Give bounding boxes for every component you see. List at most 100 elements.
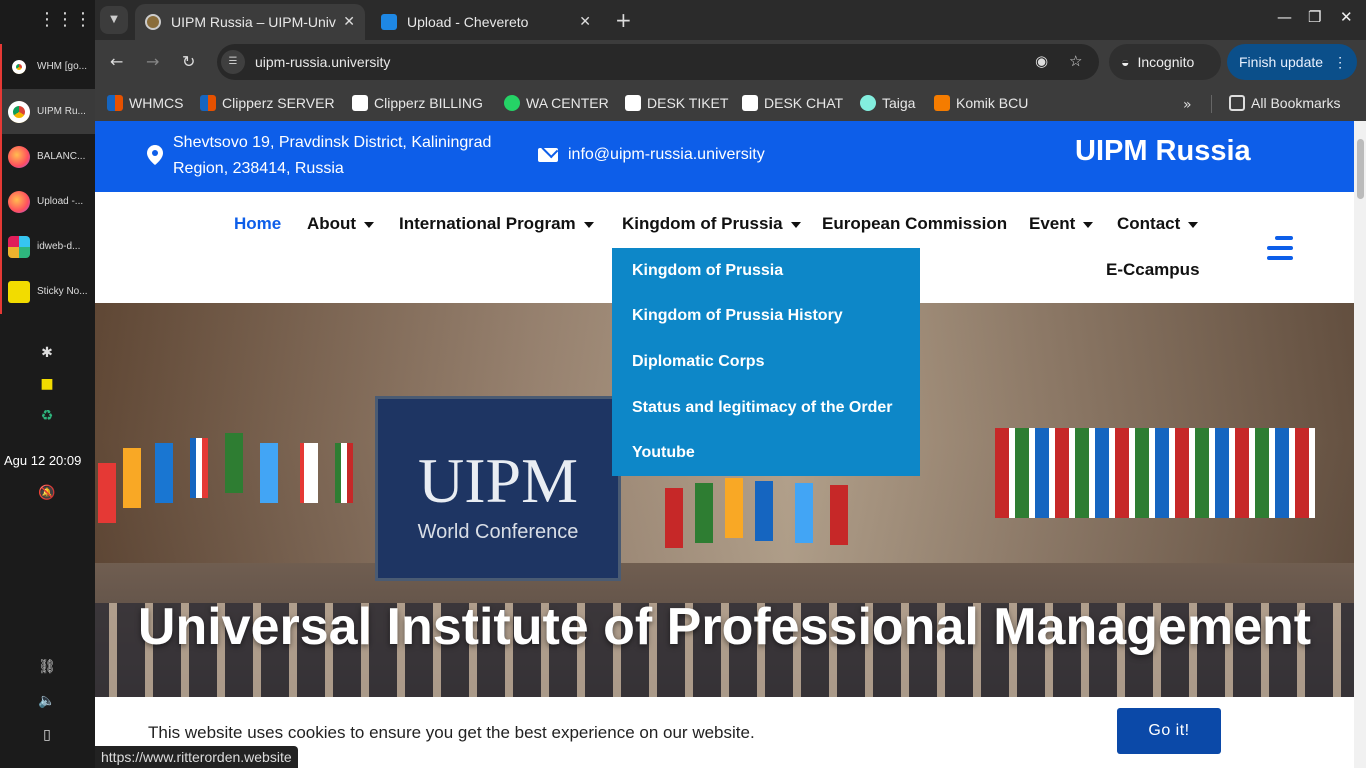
- address-text: Shevtsovo 19, Pravdinsk District, Kalini…: [173, 134, 492, 177]
- app-grid-icon[interactable]: ⋮⋮⋮: [38, 10, 92, 30]
- site-info-icon[interactable]: ☰: [221, 50, 245, 74]
- nav-kingdom-of-prussia[interactable]: Kingdom of Prussia: [622, 214, 801, 234]
- url-text[interactable]: uipm-russia.university: [255, 54, 390, 70]
- folder-icon: [1229, 95, 1245, 111]
- tracking-blocked-icon[interactable]: ◉: [1035, 52, 1048, 70]
- recycle-icon[interactable]: ♻: [37, 406, 57, 426]
- incognito-indicator[interactable]: ◒ Incognito: [1109, 44, 1221, 80]
- taskbar-item-whm[interactable]: WHM [go...: [0, 44, 95, 89]
- reload-icon[interactable]: ↻: [182, 52, 195, 71]
- chevron-right-icon[interactable]: »: [1183, 97, 1192, 113]
- nav-contact[interactable]: Contact: [1117, 214, 1199, 234]
- scrollbar-thumb[interactable]: [1357, 139, 1364, 199]
- nav-about[interactable]: About: [307, 214, 375, 234]
- network-icon[interactable]: ⛓: [37, 657, 57, 677]
- desk-icon: [742, 95, 758, 111]
- screen-subtitle: World Conference: [417, 521, 579, 543]
- taskbar-item-sticky[interactable]: Sticky No...: [0, 269, 95, 314]
- taskbar-item-upload[interactable]: Upload -...: [0, 179, 95, 224]
- bookmark-label: WA CENTER: [526, 95, 609, 111]
- page-scrollbar[interactable]: [1354, 121, 1366, 768]
- contact-topbar: Shevtsovo 19, Pravdinsk District, Kalini…: [95, 121, 1354, 192]
- bookmark-clipperz-server[interactable]: Clipperz SERVER: [200, 91, 335, 115]
- nav-event[interactable]: Event: [1029, 214, 1094, 234]
- dropdown-item-kingdom-of-prussia[interactable]: Kingdom of Prussia: [632, 262, 783, 280]
- menu-dots-icon: ⋮: [1333, 53, 1348, 70]
- caret-down-icon: [583, 221, 594, 228]
- finish-update-label: Finish update: [1239, 54, 1324, 70]
- email-link[interactable]: info@uipm-russia.university: [568, 146, 765, 164]
- nav-home[interactable]: Home: [234, 214, 281, 234]
- tab-uipm[interactable]: UIPM Russia – UIPM-Univ ✕: [135, 4, 365, 40]
- slack-tray-icon[interactable]: ✱: [37, 343, 57, 363]
- caret-down-icon: [790, 221, 801, 228]
- maximize-icon[interactable]: ❐: [1308, 8, 1321, 26]
- minimize-icon[interactable]: —: [1277, 8, 1292, 26]
- taskbar-item-uipm[interactable]: UIPM Ru...: [0, 89, 95, 134]
- bookmark-taiga[interactable]: Taiga: [860, 91, 915, 115]
- finish-update-button[interactable]: Finish update ⋮: [1227, 44, 1357, 80]
- divider: [1211, 95, 1212, 113]
- bookmark-whmcs[interactable]: WHMCS: [107, 91, 183, 115]
- blogger-icon: [934, 95, 950, 111]
- flag-image: [725, 478, 743, 538]
- chrome-icon: [8, 100, 30, 123]
- dropdown-item-status[interactable]: Status and legitimacy of the Order: [632, 399, 893, 417]
- taskbar-item-balance[interactable]: BALANC...: [0, 134, 95, 179]
- sticky-tray-icon[interactable]: ■: [37, 374, 57, 394]
- taskbar-item-idweb[interactable]: idweb-d...: [0, 224, 95, 269]
- close-tab-icon[interactable]: ✕: [343, 13, 355, 30]
- bookmark-wa-center[interactable]: WA CENTER: [504, 91, 609, 115]
- hamburger-menu-icon[interactable]: [1267, 236, 1293, 260]
- all-bookmarks[interactable]: All Bookmarks: [1229, 91, 1340, 115]
- whatsapp-icon: [504, 95, 520, 111]
- dropdown-item-diplomatic-corps[interactable]: Diplomatic Corps: [632, 353, 764, 371]
- caret-down-icon: [1188, 221, 1199, 228]
- bookmark-clipperz-billing[interactable]: Clipperz BILLING: [352, 91, 483, 115]
- star-icon[interactable]: ☆: [1069, 52, 1082, 70]
- notifications-off-icon[interactable]: 🔕: [37, 483, 57, 503]
- dropdown-item-history[interactable]: Kingdom of Prussia History: [632, 307, 843, 325]
- flag-image: [225, 433, 243, 493]
- flag-image: [335, 443, 353, 503]
- tab-chevereto[interactable]: Upload - Chevereto ✕: [371, 4, 601, 40]
- bookmark-label: All Bookmarks: [1251, 95, 1341, 111]
- nav-international-program[interactable]: International Program: [399, 214, 594, 234]
- nav-label: European Commission: [822, 214, 1008, 233]
- incognito-icon: ◒: [1121, 54, 1130, 70]
- firefox-icon: [8, 190, 30, 213]
- taskbar-item-label: Upload -...: [37, 196, 84, 207]
- battery-icon[interactable]: ▯: [37, 725, 57, 745]
- bookmark-desk-chat[interactable]: DESK CHAT: [742, 91, 843, 115]
- bookmark-label: DESK CHAT: [764, 95, 844, 111]
- bookmark-desk-tiket[interactable]: DESK TIKET: [625, 91, 728, 115]
- uipm-icon: [145, 14, 161, 30]
- dropdown-item-youtube[interactable]: Youtube: [632, 444, 695, 462]
- location-pin-icon: [147, 145, 163, 165]
- forward-icon[interactable]: →: [146, 52, 159, 71]
- nav-european-commission[interactable]: European Commission: [822, 214, 1007, 234]
- whmcs-icon: [107, 95, 123, 111]
- bookmark-komik-bcu[interactable]: Komik BCU: [934, 91, 1028, 115]
- new-tab-icon[interactable]: +: [615, 8, 632, 32]
- close-tab-icon[interactable]: ✕: [579, 13, 591, 30]
- close-window-icon[interactable]: ✕: [1340, 8, 1353, 26]
- tab-title: Upload - Chevereto: [407, 14, 529, 30]
- taskbar-item-label: Sticky No...: [37, 286, 88, 297]
- address-bar[interactable]: ☰ uipm-russia.university ◉ ☆: [217, 44, 1099, 80]
- cookie-accept-button[interactable]: Go it!: [1117, 708, 1221, 754]
- back-icon[interactable]: ←: [110, 52, 123, 71]
- clipperz-billing-icon: [352, 95, 368, 111]
- volume-icon[interactable]: 🔈: [37, 691, 57, 711]
- taskbar-item-label: idweb-d...: [37, 241, 81, 252]
- nav-label: About: [307, 214, 357, 233]
- bookmark-label: WHMCS: [129, 95, 184, 111]
- bookmark-label: Taiga: [882, 95, 916, 111]
- clock[interactable]: Agu 12 20:09: [4, 453, 81, 468]
- nav-label: Kingdom of Prussia: [622, 214, 783, 233]
- taskbar-item-label: UIPM Ru...: [37, 106, 86, 117]
- nav-e-campus[interactable]: E-Ccampus: [1106, 260, 1200, 280]
- tab-search-icon[interactable]: ▼: [100, 6, 128, 34]
- sticky-notes-icon: [8, 280, 30, 303]
- site-brand[interactable]: UIPM Russia: [1075, 135, 1251, 168]
